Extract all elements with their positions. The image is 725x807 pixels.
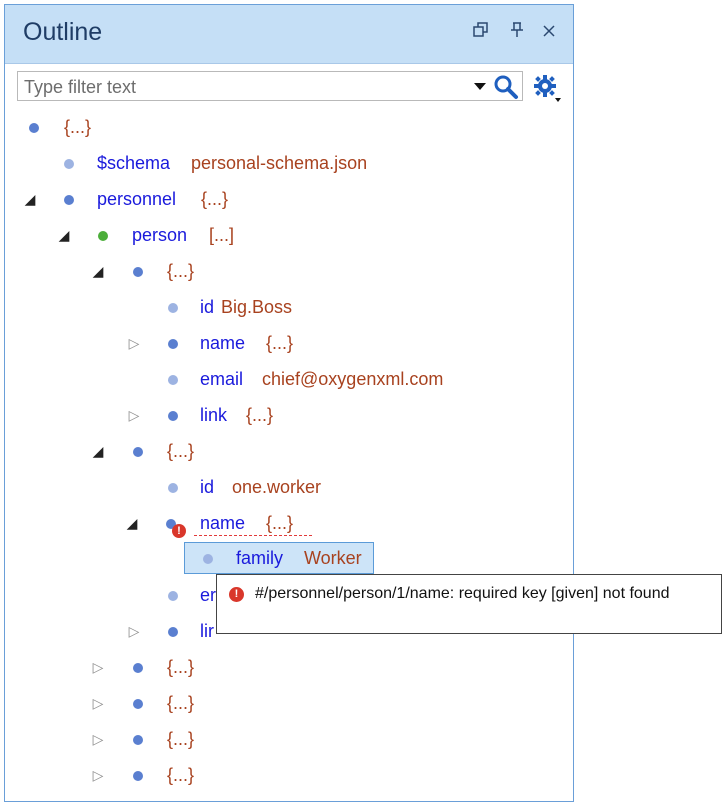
tree-item-value: [...]: [209, 225, 235, 245]
error-icon: !: [172, 524, 186, 538]
tree-item-key: lir: [200, 621, 214, 641]
object-node-icon: [64, 195, 74, 205]
collapsed-arrow-icon[interactable]: ▷: [90, 724, 106, 754]
property-node-icon: [203, 554, 213, 564]
tree-item-key: $schema: [97, 153, 171, 173]
tree-item-value: personal-schema.json: [191, 153, 368, 173]
object-node-icon: [29, 123, 39, 133]
collapsed-arrow-icon[interactable]: ▷: [90, 652, 106, 682]
object-node-icon: [133, 735, 143, 745]
error-tooltip: ! #/personnel/person/1/name: required ke…: [216, 574, 722, 634]
object-node-icon: [133, 267, 143, 277]
expanded-arrow-icon[interactable]: ◢: [22, 184, 38, 214]
tree-item-value: {...}: [167, 729, 195, 749]
object-node-icon: [133, 663, 143, 673]
expanded-arrow-icon[interactable]: ◢: [124, 508, 140, 538]
tree-item-value: {...}: [246, 405, 274, 425]
object-node-icon: [168, 627, 178, 637]
tree-item-value: {...}: [64, 117, 92, 137]
expanded-arrow-icon[interactable]: ◢: [90, 256, 106, 286]
expanded-arrow-icon[interactable]: ◢: [56, 220, 72, 250]
tooltip-message: #/personnel/person/1/name: required key …: [255, 585, 670, 602]
filter-box: [17, 71, 523, 101]
tree-item-value: Worker: [304, 548, 362, 568]
pin-icon[interactable]: [507, 21, 527, 45]
tree-item-key: email: [200, 369, 244, 389]
filter-row: [5, 63, 573, 109]
array-node-icon: [98, 231, 108, 241]
tree-item-key: id: [200, 477, 215, 497]
tree-item-key: link: [200, 405, 228, 425]
object-node-icon: [168, 339, 178, 349]
error-underline: [194, 535, 312, 536]
object-node-icon: [133, 771, 143, 781]
object-node-icon: [168, 411, 178, 421]
property-node-icon: [168, 591, 178, 601]
tree-item-key: family: [236, 548, 284, 568]
tree-item-key: personnel: [97, 189, 177, 209]
collapsed-arrow-icon[interactable]: ▷: [90, 760, 106, 790]
collapsed-arrow-icon[interactable]: ▷: [126, 616, 142, 646]
close-icon[interactable]: [539, 21, 559, 45]
dropdown-arrow-icon[interactable]: [474, 83, 486, 90]
filter-input[interactable]: [22, 75, 466, 99]
collapsed-arrow-icon[interactable]: ▷: [90, 688, 106, 718]
tree-item-value: Big.Boss: [221, 297, 293, 317]
tree-item-value: {...}: [201, 189, 229, 209]
expanded-arrow-icon[interactable]: ◢: [90, 436, 106, 466]
tree-item-value: one.worker: [232, 477, 322, 497]
tree-item-value: {...}: [266, 513, 294, 533]
gear-icon[interactable]: [533, 74, 563, 104]
property-node-icon: [168, 375, 178, 385]
property-node-icon: [168, 303, 178, 313]
tree-item-value: {...}: [167, 657, 195, 677]
object-node-icon: [133, 699, 143, 709]
search-icon[interactable]: [492, 73, 520, 101]
property-node-icon: [64, 159, 74, 169]
restore-window-icon[interactable]: [471, 21, 491, 45]
property-node-icon: [168, 483, 178, 493]
error-icon: !: [229, 587, 244, 602]
collapsed-arrow-icon[interactable]: ▷: [126, 400, 142, 430]
panel-title: Outline: [23, 18, 103, 46]
tree-item-key: name: [200, 333, 246, 353]
collapsed-arrow-icon[interactable]: ▷: [126, 328, 142, 358]
tree-item-value: {...}: [167, 693, 195, 713]
tree-item-value: {...}: [167, 261, 195, 281]
tree-item-value: {...}: [266, 333, 294, 353]
tree-item-value: {...}: [167, 765, 195, 785]
tree-item-key: person: [132, 225, 188, 245]
tree-item-key: name: [200, 513, 246, 533]
tree-item-value: {...}: [167, 441, 195, 461]
object-node-icon: [133, 447, 143, 457]
tree-item-value: chief@oxygenxml.com: [262, 369, 444, 389]
tree-item-key: er: [200, 585, 217, 605]
panel-titlebar: Outline: [5, 5, 573, 64]
tree-item-key: id: [200, 297, 215, 317]
